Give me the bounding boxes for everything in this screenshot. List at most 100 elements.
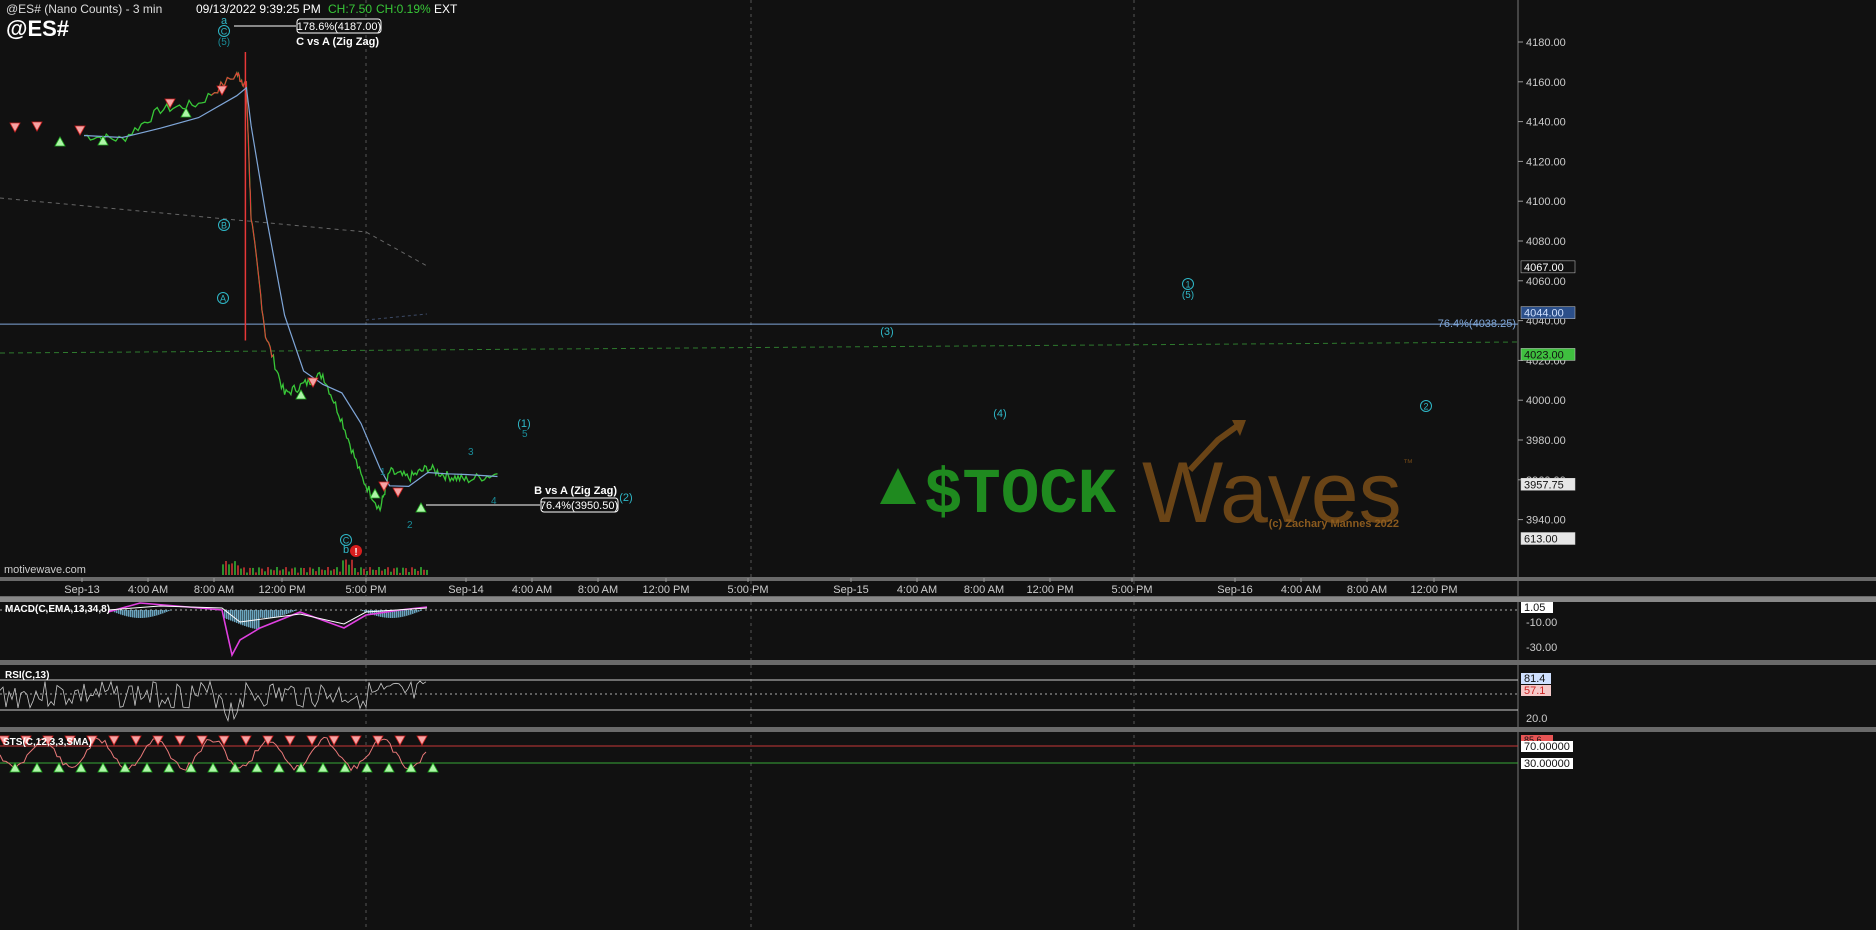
volume-bar (270, 569, 272, 575)
x-tick-label: 4:00 AM (128, 584, 168, 596)
macd-histogram-bar (234, 610, 236, 623)
macd-histogram-bar (262, 610, 264, 618)
volume-bar (399, 572, 401, 575)
volume-bar (249, 567, 251, 575)
wave-label-paren-4: (4) (993, 408, 1006, 420)
macd-histogram-bar (254, 610, 256, 629)
b-vs-a-value: 76.4%(3950.50) (540, 500, 618, 512)
macd-histogram-bar (144, 610, 146, 618)
macd-histogram-bar (282, 610, 284, 616)
volume-bar (312, 568, 314, 575)
volume-bar (390, 571, 392, 575)
volume-bar (261, 568, 263, 575)
volume-bar (321, 569, 323, 575)
macd-histogram-bar (260, 610, 262, 618)
macd-histogram-bar (244, 610, 246, 626)
y-tick-label: 4060.00 (1526, 276, 1566, 288)
volume-bar (396, 567, 398, 575)
volume-bar (315, 571, 317, 575)
volume-bar (345, 559, 347, 575)
volume-bar (222, 564, 224, 575)
x-tick-label: 12:00 PM (1026, 584, 1073, 596)
macd-histogram-bar (118, 610, 120, 614)
volume-bar (288, 571, 290, 575)
macd-histogram-bar (362, 610, 364, 612)
x-tick-label: Sep-14 (448, 584, 483, 596)
macd-histogram-bar (248, 610, 250, 628)
x-tick-label: Sep-15 (833, 584, 868, 596)
volume-bar (297, 572, 299, 575)
volume-bar (408, 572, 410, 575)
volume-bar (306, 572, 308, 575)
sts-panel-label: STS(C,12,3,3,SMA) (3, 737, 92, 748)
volume-bar (426, 569, 428, 575)
x-tick-label: 8:00 AM (578, 584, 618, 596)
x-tick-label: 5:00 PM (1112, 584, 1153, 596)
rsi-panel-label: RSI(C,13) (5, 670, 49, 681)
macd-histogram-bar (158, 610, 160, 615)
volume-bar (411, 567, 413, 575)
volume-bar (240, 568, 242, 575)
watermark-copyright: (c) Zachary Mannes 2022 (1269, 518, 1399, 530)
volume-bar (327, 567, 329, 575)
macd-histogram-bar (364, 610, 366, 612)
wave-label-circ-2: 2 (1423, 402, 1428, 412)
macd-histogram-bar (268, 610, 270, 618)
wave-label-paren-3: (3) (880, 326, 893, 338)
macd-histogram-bar (280, 610, 282, 616)
volume-bar (282, 569, 284, 575)
price-badge-text: 613.00 (1524, 534, 1558, 546)
volume-bar (378, 567, 380, 575)
macd-histogram-bar (124, 610, 126, 616)
macd-histogram-bar (150, 610, 152, 617)
y-tick-label: 3980.00 (1526, 435, 1566, 447)
volume-bar (225, 561, 227, 575)
macd-histogram-bar (154, 610, 156, 616)
volume-bar (231, 563, 233, 575)
macd-histogram-bar (406, 610, 408, 616)
wave-label-1: 1 (380, 467, 386, 478)
macd-histogram-bar (416, 610, 418, 613)
volume-bar (423, 569, 425, 575)
wave-label-circ-1: 1 (1185, 280, 1190, 290)
chart-canvas[interactable]: 4180.00 4160.00 4140.00 4120.00 4100.00 4080.… (0, 0, 1876, 930)
macd-histogram-bar (138, 610, 140, 618)
volume-bar (369, 567, 371, 575)
x-tick-label: 12:00 PM (642, 584, 689, 596)
macd-histogram-bar (408, 610, 410, 616)
macd-histogram-bar (160, 610, 162, 615)
watermark-stock-text: $TOCK (924, 460, 1117, 532)
macd-histogram-bar (292, 610, 294, 612)
volume-bar (285, 567, 287, 575)
x-tick-label: Sep-16 (1217, 584, 1252, 596)
macd-histogram-bar (402, 610, 404, 617)
macd-histogram-bar (264, 610, 266, 618)
x-tick-label: Sep-13 (64, 584, 99, 596)
y-tick-label: 4120.00 (1526, 156, 1566, 168)
volume-bar (303, 567, 305, 575)
macd-histogram-bar (132, 610, 134, 618)
macd-histogram-bar (276, 610, 278, 617)
macd-histogram-bar (162, 610, 164, 614)
macd-histogram-bar (128, 610, 130, 617)
volume-bar (300, 567, 302, 575)
x-tick-label: 5:00 PM (346, 584, 387, 596)
y-tick-label: 4000.00 (1526, 395, 1566, 407)
macd-histogram-bar (168, 610, 170, 612)
macd-histogram-bar (120, 610, 122, 615)
macd-histogram-bar (164, 610, 166, 613)
x-tick-label: 8:00 AM (194, 584, 234, 596)
volume-bar (357, 572, 359, 575)
macd-histogram-bar (130, 610, 132, 618)
volume-bar (258, 567, 260, 575)
volume-bar (264, 571, 266, 575)
wave-label-paren-2: (2) (619, 492, 632, 504)
macd-histogram-bar (400, 610, 402, 618)
price-badge-text: 4067.00 (1524, 262, 1564, 274)
y-tick-label: 4160.00 (1526, 77, 1566, 89)
b-vs-a-label: B vs A (Zig Zag) (534, 485, 617, 497)
volume-bar (324, 570, 326, 575)
volume-bar (276, 567, 278, 575)
volume-bar (333, 569, 335, 575)
wave-label-b-circle: B (221, 221, 227, 231)
